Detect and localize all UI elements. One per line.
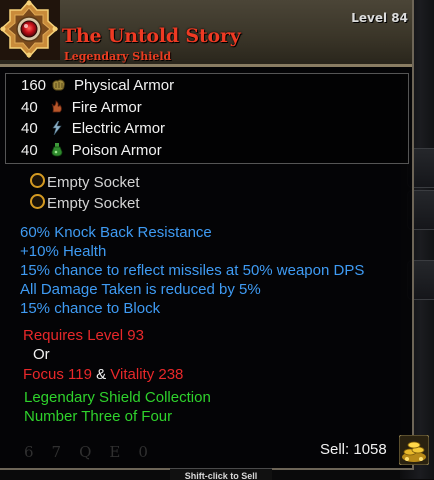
stat-row-physical: 160 Physical Armor bbox=[21, 77, 174, 99]
stat-label: Physical Armor bbox=[74, 77, 175, 94]
stat-value: 160 bbox=[21, 77, 47, 94]
stat-value: 40 bbox=[21, 99, 38, 116]
focus-requirement: Focus 119 bbox=[23, 366, 92, 383]
stat-value: 40 bbox=[21, 120, 38, 137]
effect-line: 15% chance to Block bbox=[20, 300, 161, 317]
stat-value: 40 bbox=[21, 142, 38, 159]
stat-requirement: Focus 119 & Vitality 238 bbox=[23, 366, 183, 383]
set-number: Number Three of Four bbox=[24, 408, 173, 425]
hotkey-label: E bbox=[109, 443, 121, 461]
set-collection: Legendary Shield Collection bbox=[24, 389, 211, 406]
socket-ring-icon bbox=[30, 194, 45, 209]
effect-line: +10% Health bbox=[20, 243, 107, 260]
shift-click-sell-hint: Shift-click to Sell bbox=[170, 468, 272, 480]
empty-socket: Empty Socket bbox=[30, 194, 140, 212]
hotkey-label: 7 bbox=[51, 443, 62, 461]
stat-row-fire: 40 Fire Armor bbox=[21, 99, 142, 121]
effect-line: All Damage Taken is reduced by 5% bbox=[20, 281, 261, 298]
level-requirement: Requires Level 93 bbox=[23, 327, 144, 344]
sell-price: Sell: 1058 bbox=[320, 441, 387, 458]
effect-line: 15% chance to reflect missiles at 50% we… bbox=[20, 262, 365, 279]
tooltip-header: The Untold Story Legendary Shield Level … bbox=[0, 0, 412, 67]
effect-line: 60% Knock Back Resistance bbox=[20, 224, 212, 241]
socket-label: Empty Socket bbox=[47, 195, 140, 212]
item-tooltip: The Untold Story Legendary Shield Level … bbox=[0, 0, 414, 470]
electric-armor-icon bbox=[52, 121, 62, 135]
socket-ring-icon bbox=[30, 173, 45, 188]
stat-label: Electric Armor bbox=[71, 120, 166, 137]
hotkey-label: Q bbox=[79, 443, 92, 461]
hotkey-label: 6 bbox=[24, 443, 34, 461]
fire-armor-icon bbox=[51, 100, 62, 113]
ornate-shield-icon bbox=[0, 0, 60, 60]
stat-label: Poison Armor bbox=[71, 142, 162, 159]
empty-socket: Empty Socket bbox=[30, 173, 140, 191]
stat-row-poison: 40 Poison Armor bbox=[21, 142, 162, 164]
item-type: Legendary Shield bbox=[64, 50, 172, 63]
vitality-requirement: Vitality 238 bbox=[110, 366, 184, 383]
gold-pile-icon bbox=[399, 435, 429, 465]
stat-label: Fire Armor bbox=[71, 99, 142, 116]
item-name: The Untold Story bbox=[62, 25, 241, 47]
stat-row-electric: 40 Electric Armor bbox=[21, 120, 165, 142]
background-hotkeys: 67QE0 bbox=[24, 443, 166, 461]
socket-label: Empty Socket bbox=[47, 174, 140, 191]
requirement-and: & bbox=[96, 366, 107, 383]
requirement-or: Or bbox=[33, 346, 50, 363]
item-level: Level 84 bbox=[351, 11, 408, 25]
poison-armor-icon bbox=[51, 143, 63, 157]
physical-armor-icon bbox=[52, 79, 65, 91]
hotkey-label: 0 bbox=[138, 443, 148, 461]
